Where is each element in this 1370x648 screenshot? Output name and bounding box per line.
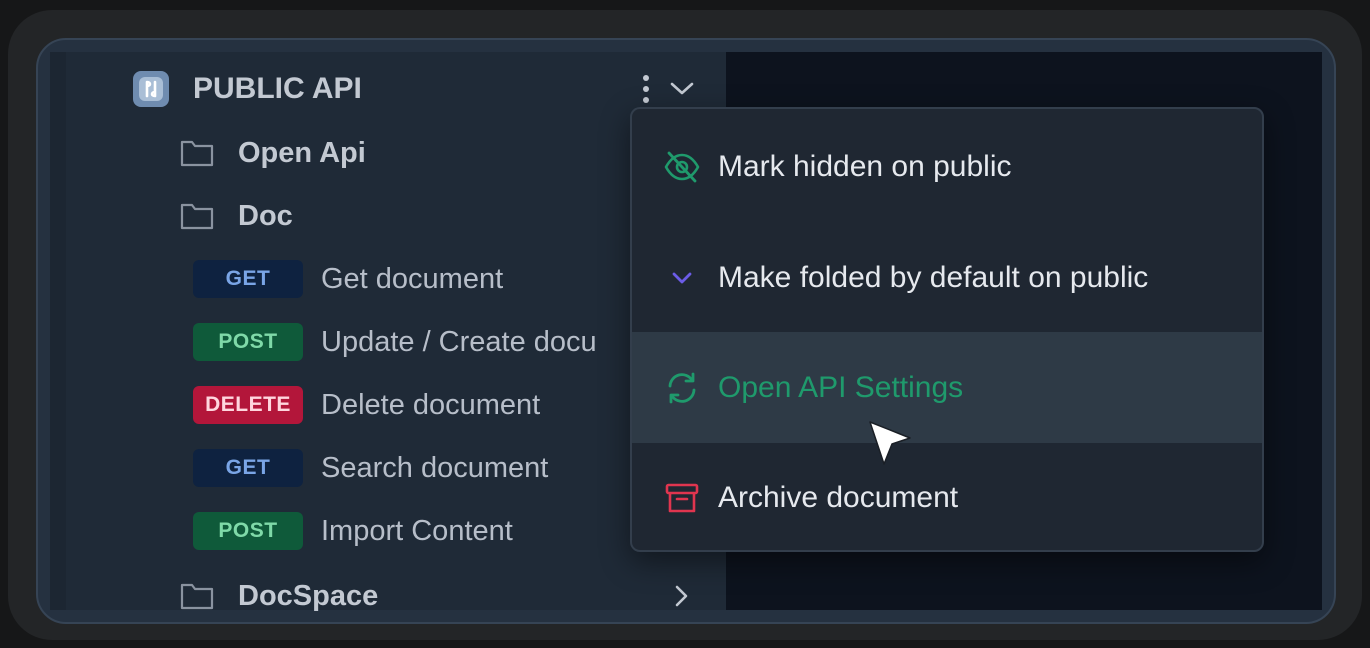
menu-item-make-folded[interactable]: Make folded by default on public bbox=[632, 222, 1262, 333]
folder-icon bbox=[180, 201, 214, 231]
endpoint-row[interactable]: GET Search document bbox=[193, 449, 548, 487]
folder-open-api[interactable]: Open Api bbox=[180, 134, 366, 172]
folder-label: Doc bbox=[238, 199, 293, 232]
folder-label: Open Api bbox=[238, 136, 366, 169]
eye-off-icon bbox=[662, 150, 702, 184]
method-badge-post: POST bbox=[193, 512, 303, 550]
chevron-down-icon bbox=[662, 268, 702, 288]
endpoint-label: Get document bbox=[321, 262, 504, 295]
endpoint-label: Search document bbox=[321, 451, 549, 484]
left-rail bbox=[50, 52, 66, 610]
endpoint-row[interactable]: POST Update / Create docu bbox=[193, 323, 630, 361]
folder-doc[interactable]: Doc bbox=[180, 197, 293, 235]
endpoint-label: Update / Create docu bbox=[321, 325, 597, 358]
archive-icon bbox=[662, 481, 702, 515]
endpoint-row[interactable]: GET Get document bbox=[193, 260, 503, 298]
vertical-dots-icon[interactable] bbox=[636, 72, 656, 106]
menu-item-label: Archive document bbox=[718, 480, 959, 514]
menu-item-open-api-settings[interactable]: Open API Settings bbox=[632, 332, 1262, 443]
menu-item-label: Open API Settings bbox=[718, 370, 964, 404]
folder-docspace[interactable]: DocSpace bbox=[180, 577, 378, 615]
project-logo-icon bbox=[133, 71, 169, 107]
endpoint-label: Delete document bbox=[321, 388, 541, 421]
context-menu: Mark hidden on public Make folded by def… bbox=[630, 107, 1264, 552]
endpoint-label: Import Content bbox=[321, 514, 513, 547]
method-badge-get: GET bbox=[193, 449, 303, 487]
menu-item-label: Make folded by default on public bbox=[718, 260, 1149, 294]
project-header[interactable]: PUBLIC API bbox=[133, 70, 362, 108]
folder-icon bbox=[180, 581, 214, 611]
method-badge-get: GET bbox=[193, 260, 303, 298]
folder-label: DocSpace bbox=[238, 579, 379, 612]
sync-icon bbox=[662, 371, 702, 405]
menu-item-mark-hidden[interactable]: Mark hidden on public bbox=[632, 111, 1262, 222]
method-badge-post: POST bbox=[193, 323, 303, 361]
menu-item-label: Mark hidden on public bbox=[718, 149, 1012, 183]
chevron-down-icon[interactable] bbox=[668, 78, 696, 100]
menu-item-archive[interactable]: Archive document bbox=[632, 442, 1262, 550]
mouse-cursor-icon bbox=[866, 418, 916, 475]
method-badge-delete: DELETE bbox=[193, 386, 303, 424]
project-name: PUBLIC API bbox=[193, 72, 362, 105]
endpoint-row[interactable]: DELETE Delete document bbox=[193, 386, 540, 424]
folder-icon bbox=[180, 138, 214, 168]
chevron-right-icon[interactable] bbox=[670, 582, 692, 610]
endpoint-row[interactable]: POST Import Content bbox=[193, 512, 513, 550]
